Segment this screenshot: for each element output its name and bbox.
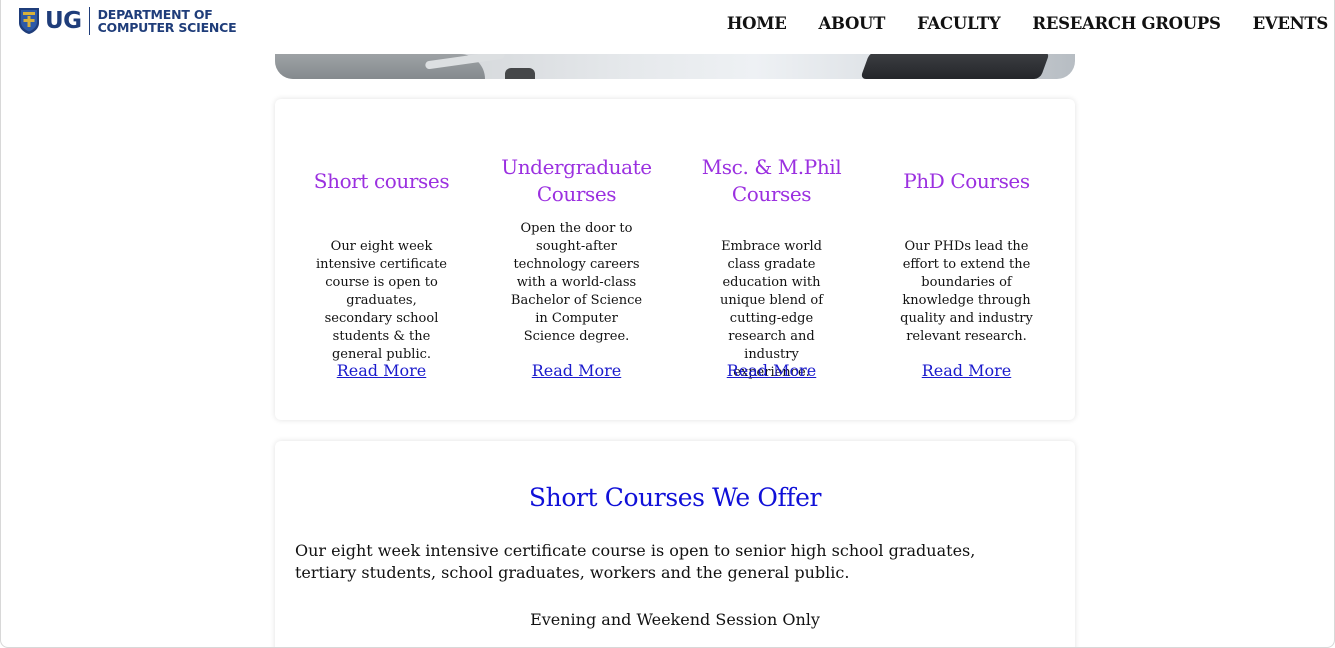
course-title: Undergraduate Courses — [501, 155, 652, 206]
logo-text: UG — [45, 8, 82, 34]
hero-image-shape — [860, 52, 1050, 79]
course-title: PhD Courses — [903, 168, 1030, 193]
courses-panel: Short courses Our eight week intensive c… — [275, 99, 1075, 420]
hero-image-shape — [505, 68, 535, 79]
department-name: DEPARTMENT OF COMPUTER SCIENCE — [98, 8, 237, 34]
department-name-line: COMPUTER SCIENCE — [97, 20, 237, 35]
logo-divider — [88, 7, 90, 35]
course-description: Open the door to sought-after technology… — [510, 221, 643, 344]
main-nav: HOME ABOUT FACULTY RESEARCH GROUPS EVENT… — [727, 14, 1328, 33]
site-logo[interactable]: UG DEPARTMENT OF COMPUTER SCIENCE — [18, 7, 237, 35]
course-description: Our PHDs lead the effort to extend the b… — [900, 239, 1033, 344]
nav-faculty[interactable]: FACULTY — [917, 14, 1001, 33]
course-title: Short courses — [313, 168, 450, 193]
course-title: Msc. & M.Phil Courses — [701, 155, 842, 206]
read-more-link[interactable]: Read More — [869, 361, 1064, 380]
nav-about[interactable]: ABOUT — [819, 14, 886, 33]
section-description: Our eight week intensive certificate cou… — [295, 541, 976, 582]
read-more-link[interactable]: Read More — [479, 361, 674, 380]
university-crest-icon — [19, 8, 39, 34]
nav-research-groups[interactable]: RESEARCH GROUPS — [1032, 14, 1220, 33]
section-heading: Short Courses We Offer — [528, 483, 822, 512]
session-info: Evening and Weekend Session Only — [530, 610, 820, 629]
page-frame: UG DEPARTMENT OF COMPUTER SCIENCE HOME A… — [0, 0, 1335, 648]
nav-home[interactable]: HOME — [727, 14, 787, 33]
nav-events[interactable]: EVENTS — [1253, 14, 1329, 33]
read-more-link[interactable]: Read More — [284, 361, 479, 380]
short-courses-section: Short Courses We Offer Our eight week in… — [275, 441, 1075, 647]
read-more-link[interactable]: Read More — [674, 361, 869, 380]
site-header: UG DEPARTMENT OF COMPUTER SCIENCE HOME A… — [1, 0, 1334, 54]
course-description: Our eight week intensive certificate cou… — [315, 239, 447, 362]
